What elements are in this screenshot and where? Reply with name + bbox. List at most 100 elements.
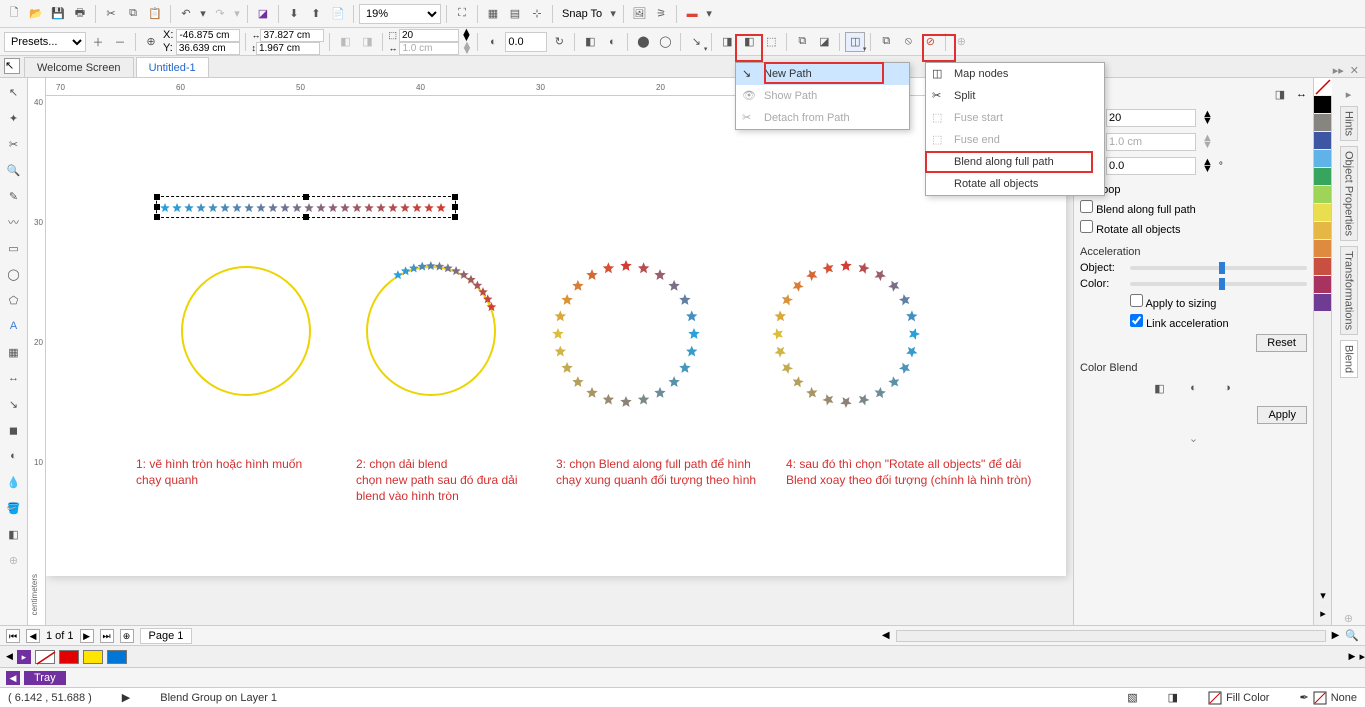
size-accel-icon[interactable]: ◯ <box>655 32 675 52</box>
swatch[interactable] <box>1314 222 1332 240</box>
apply-sizing-checkbox[interactable]: Apply to sizing <box>1130 294 1216 310</box>
save-icon[interactable]: 💾 <box>48 4 68 24</box>
publish-pdf-icon[interactable]: 📄 <box>328 4 348 24</box>
zoom-tool-icon[interactable]: 🔍 <box>4 160 24 180</box>
path-blend-icon[interactable]: ⬚ <box>761 32 781 52</box>
position-icon[interactable]: ⊕ <box>141 32 161 52</box>
docker-expand-icon[interactable]: ▸ <box>1346 88 1352 101</box>
tab-nav-prev-icon[interactable]: ▸▸ <box>1333 64 1344 77</box>
menu-map-nodes[interactable]: ◫Map nodes <box>926 63 1104 85</box>
reset-button[interactable]: Reset <box>1256 334 1307 352</box>
fill-swatch-icon[interactable]: ◨ <box>1168 691 1178 704</box>
snap-to-label[interactable]: Snap To <box>558 8 606 20</box>
clear-blend-icon[interactable]: ⦸ <box>898 32 918 52</box>
transparency-tool-icon[interactable]: ◐ <box>4 446 24 466</box>
remove-preset-icon[interactable]: － <box>110 32 130 52</box>
swatch[interactable] <box>1314 204 1332 222</box>
convert-icon[interactable]: ⊘ <box>920 32 940 52</box>
swatch[interactable] <box>1314 114 1332 132</box>
tab-document[interactable]: Untitled-1 <box>136 57 209 77</box>
rectangle-tool-icon[interactable]: ▭ <box>4 238 24 258</box>
search-content-icon[interactable]: ◪ <box>253 4 273 24</box>
table-tool-icon[interactable]: ▦ <box>4 342 24 362</box>
shape-tool-icon[interactable]: ✦ <box>4 108 24 128</box>
outline-pen-icon[interactable]: ✒ <box>1299 691 1308 704</box>
show-rulers-icon[interactable]: ▦ <box>483 4 503 24</box>
swatch[interactable] <box>1314 96 1332 114</box>
color-direct-icon[interactable]: ◧ <box>580 32 600 52</box>
blend-options2-icon[interactable]: ◨ <box>357 32 377 52</box>
show-grid-icon[interactable]: ▤ <box>505 4 525 24</box>
hscroll-right-icon[interactable]: ▶ <box>1332 630 1340 641</box>
swatch[interactable] <box>1314 276 1332 294</box>
app-launcher-icon[interactable]: ⚞ <box>651 4 671 24</box>
docker-steps-input[interactable] <box>1106 109 1196 127</box>
fullscreen-icon[interactable]: ⛶ <box>452 4 472 24</box>
color-proof-icon[interactable]: ▧ <box>1127 691 1137 704</box>
docker-options-icon[interactable]: ◨ <box>1270 84 1290 104</box>
swatch-scroll-down-icon[interactable]: ▾ <box>1314 589 1332 607</box>
more-blend-icon[interactable]: ◪ <box>814 32 834 52</box>
angle-input[interactable] <box>505 32 547 52</box>
direct-blend-icon[interactable]: ◐ <box>483 32 503 52</box>
tab-hints[interactable]: Hints <box>1340 106 1358 141</box>
pick-tool-icon[interactable]: ↖ <box>4 58 20 74</box>
outline-label[interactable]: None <box>1331 692 1357 704</box>
text-tool-icon[interactable]: A <box>4 316 24 336</box>
dimension-tool-icon[interactable]: ↔ <box>4 368 24 388</box>
swatch[interactable] <box>1314 150 1332 168</box>
export-icon[interactable]: ⬆ <box>306 4 326 24</box>
crop-tool-icon[interactable]: ✂ <box>4 134 24 154</box>
object-accel-slider[interactable] <box>1130 266 1307 270</box>
launcher-color-icon[interactable]: ▬ <box>682 4 702 24</box>
rotate-all-checkbox[interactable]: Rotate all objects <box>1080 220 1180 236</box>
undo-icon[interactable]: ↶ <box>176 4 196 24</box>
apply-button[interactable]: Apply <box>1257 406 1307 424</box>
palette-scroll-right-icon[interactable]: ▶ <box>1349 651 1356 662</box>
canvas[interactable]: 1: vẽ hình tròn hoặc hình muốn chạy quan… <box>46 96 1073 625</box>
color-ccw-icon[interactable]: ◑ <box>1218 378 1238 398</box>
copy-blend-icon[interactable]: ⧉ <box>792 32 812 52</box>
hscroll-left-icon[interactable]: ◀ <box>882 630 890 641</box>
interactive-fill-icon[interactable]: 🪣 <box>4 498 24 518</box>
zoom-level-select[interactable]: 19% <box>359 4 441 24</box>
y-input[interactable] <box>176 42 240 55</box>
swatch[interactable] <box>1314 168 1332 186</box>
page-next-icon[interactable]: ▶ <box>80 629 94 643</box>
swatch-none[interactable] <box>1314 78 1332 96</box>
presets-select[interactable]: Presets... <box>4 32 86 52</box>
pick-tool-icon[interactable]: ↖ <box>4 82 24 102</box>
copy-icon[interactable]: ⧉ <box>123 4 143 24</box>
selected-blend-group[interactable] <box>156 196 456 218</box>
tab-blend[interactable]: Blend <box>1340 340 1358 378</box>
object-accel-icon[interactable]: ⬤ <box>633 32 653 52</box>
menu-rotate-all-objects[interactable]: Rotate all objects <box>926 173 1104 195</box>
fill-color-label[interactable]: Fill Color <box>1226 692 1269 704</box>
palette-scroll-left-icon[interactable]: ◀ <box>6 651 13 662</box>
paste-icon[interactable]: 📋 <box>145 4 165 24</box>
path-properties-icon[interactable]: ↘▾ <box>686 32 706 52</box>
color-accel-slider[interactable] <box>1130 282 1307 286</box>
print-icon[interactable]: 🖶 <box>70 4 90 24</box>
launcher-dropdown-icon[interactable]: ▾ <box>704 4 714 24</box>
doc-swatch[interactable] <box>83 650 103 664</box>
navigator-icon[interactable]: 🔍 <box>1345 629 1359 642</box>
add-preset-icon[interactable]: ＋ <box>88 32 108 52</box>
steps-input[interactable] <box>399 29 459 42</box>
redo-icon[interactable]: ↷ <box>210 4 230 24</box>
options-icon[interactable]: 🖼 <box>629 4 649 24</box>
smart-fill-tool-icon[interactable]: ◧ <box>4 524 24 544</box>
connector-tool-icon[interactable]: ↘ <box>4 394 24 414</box>
link-accel-checkbox[interactable]: Link acceleration <box>1130 314 1229 330</box>
undo-dropdown-icon[interactable]: ▾ <box>198 4 208 24</box>
swatch-more-icon[interactable]: ▸ <box>1314 607 1332 625</box>
palette-menu-icon[interactable]: ▸ <box>1359 650 1365 663</box>
tab-welcome[interactable]: Welcome Screen <box>24 57 134 77</box>
show-guides-icon[interactable]: ⊹ <box>527 4 547 24</box>
import-icon[interactable]: ⬇ <box>284 4 304 24</box>
doc-swatch[interactable] <box>59 650 79 664</box>
artistic-media-icon[interactable]: 〰 <box>4 212 24 232</box>
new-file-icon[interactable]: 🗋 <box>4 4 24 24</box>
page-prev-icon[interactable]: ◀ <box>26 629 40 643</box>
clone-blend-icon[interactable]: ⧉ <box>876 32 896 52</box>
